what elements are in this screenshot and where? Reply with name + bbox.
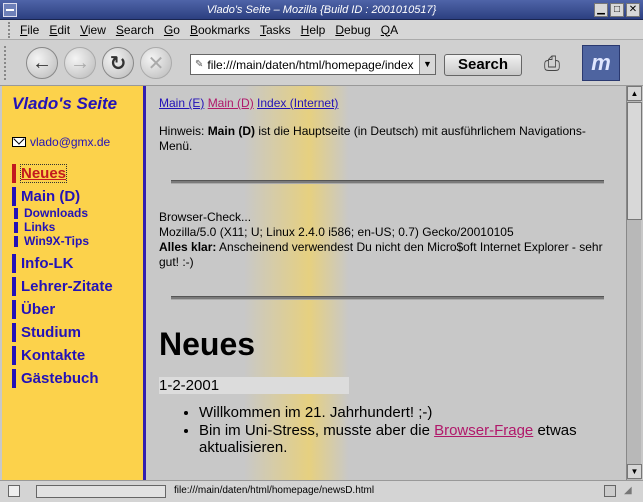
menu-view[interactable]: View [80, 23, 106, 37]
menu-help[interactable]: Help [301, 23, 326, 37]
nav-bar-marker [12, 164, 16, 183]
menu-search[interactable]: Search [116, 23, 154, 37]
top-links: Main (E) Main (D) Index (Internet) [159, 96, 616, 110]
nav-bar-marker [14, 235, 18, 247]
nav-bar-marker [12, 323, 16, 342]
menu-bar: File Edit View Search Go Bookmarks Tasks… [0, 20, 643, 40]
divider [171, 180, 604, 184]
mail-icon [12, 137, 26, 147]
sidebar-item-neues[interactable]: Neues [12, 164, 113, 183]
menu-edit[interactable]: Edit [49, 23, 70, 37]
nav-bar-marker [14, 207, 18, 219]
security-lock-icon[interactable] [604, 485, 616, 497]
navigation-toolbar: ← → ↻ ✕ ✎ file:///main/daten/html/homepa… [0, 40, 643, 86]
status-text: file:///main/daten/html/homepage/newsD.h… [174, 485, 375, 496]
chevron-down-icon: ▼ [423, 59, 432, 69]
window-title: Vlado's Seite – Mozilla {Build ID : 2001… [206, 3, 437, 16]
menu-qa[interactable]: QA [381, 23, 398, 37]
sidebar: Vlado's Seite vlado@gmx.de Neues Main (D… [2, 86, 146, 480]
printer-icon: ⎙ [544, 52, 560, 75]
list-item: Bin im Uni-Stress, musste aber die Brows… [199, 422, 616, 456]
nav-bar-marker [12, 277, 16, 296]
stop-icon: ✕ [147, 52, 165, 75]
sidebar-item-kontakte[interactable]: Kontakte [12, 346, 113, 365]
menu-go[interactable]: Go [164, 23, 180, 37]
link-main-d[interactable]: Main (D) [208, 96, 254, 110]
email-link[interactable]: vlado@gmx.de [12, 135, 110, 149]
back-arrow-icon: ← [32, 51, 52, 74]
sidebar-item-gaestebuch[interactable]: Gästebuch [12, 369, 113, 388]
divider [171, 296, 604, 300]
site-title: Vlado's Seite [12, 94, 118, 113]
minimize-button[interactable]: ▁ [594, 3, 608, 17]
user-agent-string: Mozilla/5.0 (X11; U; Linux 2.4.0 i586; e… [159, 225, 514, 239]
arrow-down-icon: ▼ [630, 467, 639, 476]
scroll-thumb[interactable] [627, 102, 642, 220]
sidebar-item-studium[interactable]: Studium [12, 323, 113, 342]
mozilla-throbber[interactable]: m [582, 45, 620, 81]
sidebar-item-ueber[interactable]: Über [12, 300, 113, 319]
sidebar-item-links[interactable]: Links [14, 220, 113, 234]
sidebar-item-lehrer-zitate[interactable]: Lehrer-Zitate [12, 277, 113, 296]
browser-check-result: Alles klar: Anscheinend verwendest Du ni… [159, 240, 603, 269]
url-text: file:///main/daten/html/homepage/index [207, 57, 414, 72]
nav-bar-marker [14, 221, 18, 233]
window-titlebar: Vlado's Seite – Mozilla {Build ID : 2001… [0, 0, 643, 20]
browser-frage-link[interactable]: Browser-Frage [434, 422, 533, 439]
main-content: Main (E) Main (D) Index (Internet) Hinwe… [149, 86, 626, 480]
nav-bar-marker [12, 369, 16, 388]
link-index-internet[interactable]: Index (Internet) [257, 96, 338, 110]
sidebar-item-main-d[interactable]: Main (D) [12, 187, 113, 206]
menubar-grip[interactable] [8, 21, 14, 38]
nav-bar-marker [12, 300, 16, 319]
toolbar-grip[interactable] [4, 46, 10, 80]
mozilla-logo-icon: m [591, 50, 611, 75]
menu-bookmarks[interactable]: Bookmarks [190, 23, 250, 37]
hint-text: Hinweis: Main (D) ist die Hauptseite (in… [159, 124, 586, 153]
list-item: Willkommen im 21. Jahrhundert! ;-) [199, 404, 616, 421]
link-main-e[interactable]: Main (E) [159, 96, 204, 110]
window-controls: ▁ □ ✕ [594, 3, 640, 17]
page-content: Vlado's Seite vlado@gmx.de Neues Main (D… [2, 86, 626, 480]
url-bar[interactable]: ✎ file:///main/daten/html/homepage/index… [190, 54, 436, 75]
sidebar-item-info-lk[interactable]: Info-LK [12, 254, 113, 273]
forward-arrow-icon: → [70, 51, 90, 74]
page-icon: ✎ [195, 59, 204, 70]
maximize-button[interactable]: □ [610, 3, 624, 17]
status-component-icon[interactable] [8, 485, 20, 497]
window-menu-button[interactable] [3, 3, 17, 17]
page-heading: Neues [159, 326, 256, 362]
sidebar-item-win9x-tips[interactable]: Win9X-Tips [14, 234, 113, 248]
email-text: vlado@gmx.de [30, 135, 111, 149]
nav-bar-marker [12, 187, 16, 206]
scroll-down-button[interactable]: ▼ [627, 464, 642, 479]
progress-bar [36, 485, 166, 498]
reload-button[interactable]: ↻ [102, 47, 134, 79]
back-button[interactable]: ← [26, 47, 58, 79]
url-dropdown-button[interactable]: ▼ [419, 55, 435, 74]
news-date: 1-2-2001 [159, 377, 349, 394]
status-bar: file:///main/daten/html/homepage/newsD.h… [0, 480, 643, 502]
sidebar-item-downloads[interactable]: Downloads [14, 206, 113, 220]
menu-tasks[interactable]: Tasks [260, 23, 291, 37]
nav-bar-marker [12, 346, 16, 365]
vertical-scrollbar[interactable]: ▲ ▼ [626, 86, 642, 480]
nav-bar-marker [12, 254, 16, 273]
arrow-up-icon: ▲ [630, 89, 639, 98]
browser-check: Browser-Check... Mozilla/5.0 (X11; U; Li… [159, 210, 616, 270]
reload-icon: ↻ [109, 52, 127, 75]
print-button[interactable]: ⎙ [536, 48, 568, 80]
news-list: Willkommen im 21. Jahrhundert! ;-) Bin i… [159, 404, 616, 456]
menu-debug[interactable]: Debug [335, 23, 370, 37]
sidebar-nav: Neues Main (D) Downloads Links Win9X-Tip… [12, 164, 113, 388]
resize-grip-icon[interactable]: ◢ [624, 485, 638, 499]
search-button[interactable]: Search [444, 54, 522, 76]
stop-button[interactable]: ✕ [140, 47, 172, 79]
scroll-up-button[interactable]: ▲ [627, 86, 642, 101]
menu-file[interactable]: File [20, 23, 39, 37]
browser-check-heading: Browser-Check... [159, 210, 252, 224]
close-button[interactable]: ✕ [626, 3, 640, 17]
forward-button[interactable]: → [64, 47, 96, 79]
